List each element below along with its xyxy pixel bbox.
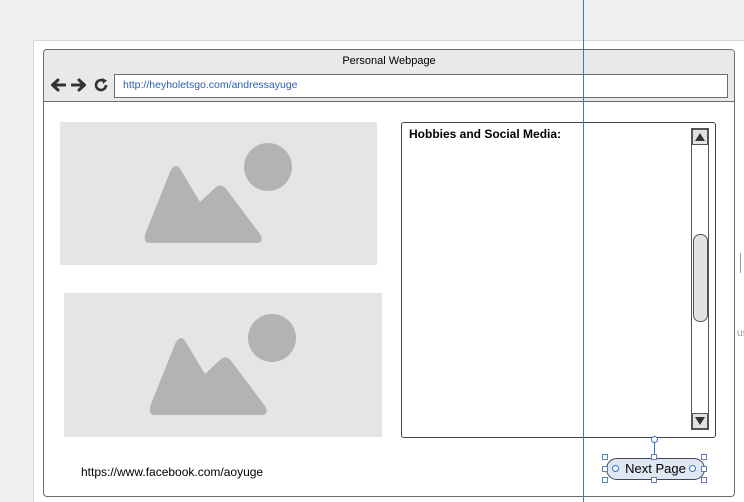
panel-heading: Hobbies and Social Media: bbox=[409, 127, 562, 141]
facebook-link[interactable]: https://www.facebook.com/aoyuge bbox=[81, 465, 263, 479]
reload-icon[interactable] bbox=[93, 77, 109, 93]
triangle-up-icon bbox=[695, 133, 705, 141]
image-icon bbox=[149, 314, 296, 415]
connection-point-left[interactable] bbox=[612, 465, 619, 472]
image-icon bbox=[144, 143, 292, 243]
triangle-down-icon bbox=[695, 417, 705, 425]
resize-handle-sw[interactable] bbox=[602, 477, 608, 483]
forward-arrow-icon[interactable] bbox=[71, 77, 87, 93]
offscreen-text-fragment: us bbox=[737, 328, 744, 339]
resize-handle-w[interactable] bbox=[602, 466, 608, 472]
resize-handle-n[interactable] bbox=[651, 454, 657, 460]
offscreen-element-edge bbox=[740, 253, 744, 273]
image-placeholder-bottom bbox=[64, 293, 382, 437]
resize-handle-ne[interactable] bbox=[701, 454, 707, 460]
hobbies-text-area[interactable] bbox=[401, 122, 716, 438]
scroll-down-button[interactable] bbox=[692, 413, 708, 429]
browser-title: Personal Webpage bbox=[342, 55, 436, 67]
rotation-handle[interactable] bbox=[651, 436, 658, 443]
scroll-thumb[interactable] bbox=[693, 234, 708, 322]
image-placeholder-top bbox=[60, 122, 377, 265]
resize-handle-s[interactable] bbox=[651, 477, 657, 483]
back-arrow-icon[interactable] bbox=[50, 77, 66, 93]
resize-handle-e[interactable] bbox=[701, 466, 707, 472]
resize-handle-nw[interactable] bbox=[602, 454, 608, 460]
connection-point-right[interactable] bbox=[689, 465, 696, 472]
address-bar[interactable]: http://heyholetsgo.com/andressayuge bbox=[114, 74, 728, 98]
alignment-guide-line bbox=[583, 0, 584, 502]
scroll-up-button[interactable] bbox=[692, 129, 708, 145]
resize-handle-se[interactable] bbox=[701, 477, 707, 483]
